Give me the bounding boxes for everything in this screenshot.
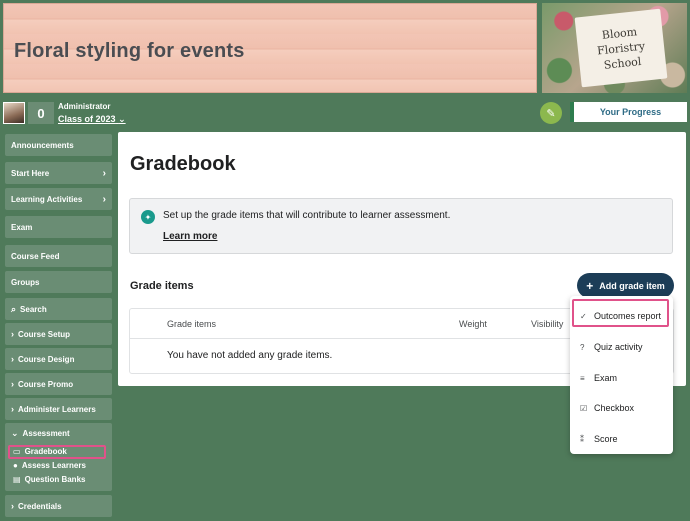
sidebar-item-label: Course Design: [18, 354, 75, 364]
add-grade-item-label: Add grade item: [599, 280, 665, 291]
menu-item-label: Quiz activity: [594, 342, 643, 352]
sidebar-item-groups[interactable]: Groups: [5, 271, 112, 293]
pin-icon[interactable]: ✎: [540, 102, 562, 124]
sidebar-item-administer-learners[interactable]: › Administer Learners: [5, 398, 112, 420]
sidebar-item-label: Learning Activities: [11, 194, 83, 204]
menu-item-label: Score: [594, 434, 618, 444]
sidebar-item-start-here[interactable]: Start Here ›: [5, 162, 112, 184]
column-header-visibility[interactable]: Visibility: [531, 319, 563, 329]
chevron-right-icon: ›: [102, 167, 106, 179]
sidebar-subitem-label: Question Banks: [24, 475, 86, 484]
exam-icon: ≡: [580, 373, 585, 383]
chevron-down-icon: ⌄: [11, 427, 19, 438]
sidebar-item-label: Administer Learners: [18, 404, 96, 414]
sidebar-item-label: Announcements: [11, 140, 74, 150]
chat-icon: ●: [13, 461, 18, 470]
empty-table-message: You have not added any grade items.: [167, 350, 333, 361]
lightbulb-icon: ✦: [141, 210, 155, 224]
chevron-right-icon: ›: [11, 404, 14, 414]
school-logo-image: Bloom Floristry School: [542, 3, 687, 93]
chevron-right-icon: ›: [102, 193, 106, 205]
sidebar-item-label: Credentials: [18, 501, 62, 511]
sidebar-item-course-promo[interactable]: › Course Promo: [5, 373, 112, 395]
menu-item-checkbox[interactable]: ☑ Checkbox: [570, 396, 673, 420]
info-text: Set up the grade items that will contrib…: [163, 210, 451, 221]
plus-icon: +: [586, 278, 594, 293]
sidebar-item-label: Start Here: [11, 168, 50, 178]
quiz-icon: ?: [580, 342, 585, 352]
sidebar-item-label: Groups: [11, 277, 40, 287]
sidebar-item-search[interactable]: ⌕ Search: [5, 298, 112, 320]
sidebar-subitem-question-banks[interactable]: ▤ Question Banks: [13, 475, 85, 484]
sidebar-item-course-feed[interactable]: Course Feed: [5, 245, 112, 267]
chevron-right-icon: ›: [11, 501, 14, 511]
column-header-grade-items[interactable]: Grade items: [167, 319, 216, 329]
sidebar-item-label: Course Setup: [18, 329, 71, 339]
chevron-right-icon: ›: [11, 379, 14, 389]
learn-more-link[interactable]: Learn more: [163, 231, 217, 242]
course-banner: Floral styling for events: [3, 3, 537, 93]
outcomes-report-highlight: [572, 299, 669, 327]
question-bank-icon: ▤: [13, 475, 21, 484]
sidebar-item-learning-activities[interactable]: Learning Activities ›: [5, 188, 112, 210]
section-title: Grade items: [130, 280, 194, 292]
gradebook-highlight: [8, 445, 106, 459]
menu-item-quiz-activity[interactable]: ? Quiz activity: [570, 335, 673, 359]
sidebar-item-label: Search: [20, 304, 47, 314]
menu-item-label: Exam: [594, 373, 618, 383]
sidebar-item-announcements[interactable]: Announcements: [5, 134, 112, 156]
chevron-right-icon: ›: [11, 329, 14, 339]
search-icon: ⌕: [11, 303, 17, 314]
sidebar-item-label: Assessment: [22, 428, 70, 438]
sidebar-subitem-assess-learners[interactable]: ● Assess Learners: [13, 461, 86, 470]
score-icon: ⁑: [580, 434, 584, 444]
chevron-down-icon: ⌄: [118, 114, 126, 124]
page-title: Gradebook: [130, 153, 236, 175]
school-logo-card: Bloom Floristry School: [574, 8, 668, 88]
menu-item-label: Checkbox: [594, 403, 635, 413]
checkbox-icon: ☑: [580, 403, 588, 413]
info-callout: ✦ Set up the grade items that will contr…: [129, 198, 673, 254]
chevron-right-icon: ›: [11, 354, 14, 364]
sidebar-item-label: Course Promo: [18, 379, 74, 389]
add-grade-item-button[interactable]: + Add grade item: [577, 273, 674, 298]
sidebar-item-course-design[interactable]: › Course Design: [5, 348, 112, 370]
sidebar-item-exam[interactable]: Exam: [5, 216, 112, 238]
class-selector[interactable]: Class of 2023 ⌄: [58, 114, 126, 125]
menu-item-score[interactable]: ⁑ Score: [570, 427, 673, 451]
notification-count[interactable]: 0: [28, 102, 54, 124]
column-header-weight[interactable]: Weight: [459, 319, 487, 329]
sidebar-item-course-setup[interactable]: › Course Setup: [5, 323, 112, 345]
sidebar-item-label: Course Feed: [11, 251, 60, 261]
progress-button[interactable]: Your Progress: [570, 102, 687, 122]
user-role: Administrator: [58, 102, 111, 111]
sidebar-item-assessment[interactable]: ⌄ Assessment: [5, 423, 112, 443]
sidebar-item-credentials[interactable]: › Credentials: [5, 495, 112, 517]
course-title: Floral styling for events: [14, 40, 245, 62]
sidebar-item-label: Exam: [11, 222, 33, 232]
class-label: Class of 2023: [58, 114, 116, 124]
sidebar-subitem-label: Assess Learners: [21, 461, 86, 470]
avatar[interactable]: [3, 102, 25, 124]
school-name-line: School: [603, 54, 642, 72]
menu-item-exam[interactable]: ≡ Exam: [570, 366, 673, 390]
